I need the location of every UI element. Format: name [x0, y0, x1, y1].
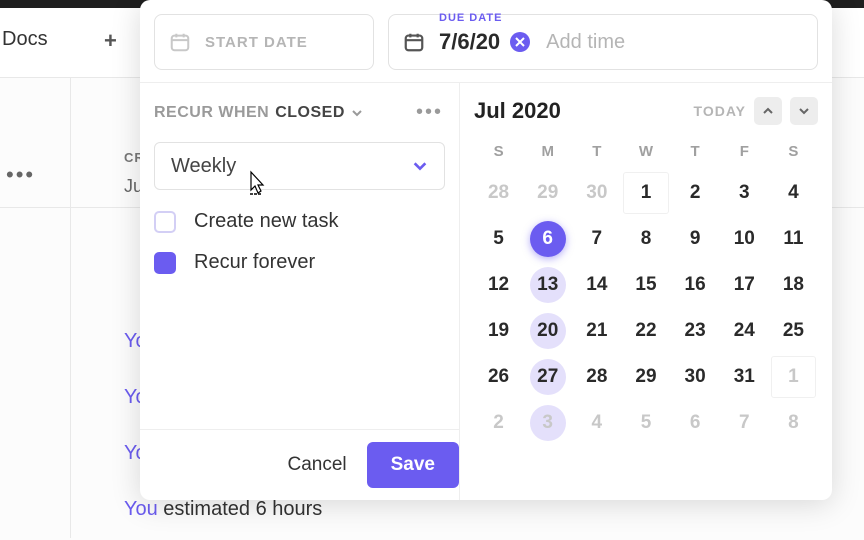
- calendar-day[interactable]: 9: [671, 216, 720, 262]
- calendar-dow: S: [474, 137, 523, 170]
- recur-more-button[interactable]: •••: [414, 97, 445, 128]
- calendar-day[interactable]: 26: [474, 354, 523, 400]
- calendar-day[interactable]: 11: [769, 216, 818, 262]
- calendar-day[interactable]: 28: [474, 170, 523, 216]
- calendar-grid: 2829301234567891011121314151617181920212…: [474, 170, 818, 446]
- footer: Cancel Save: [140, 429, 459, 500]
- calendar-dow-row: SMTWTFS: [474, 137, 818, 170]
- recur-prefix: RECUR WHEN: [154, 104, 269, 122]
- calendar-day[interactable]: 3: [720, 170, 769, 216]
- calendar-day[interactable]: 4: [769, 170, 818, 216]
- calendar-day[interactable]: 18: [769, 262, 818, 308]
- calendar-icon: [169, 31, 191, 53]
- calendar-day[interactable]: 17: [720, 262, 769, 308]
- calendar-day[interactable]: 15: [621, 262, 670, 308]
- calendar-dow: F: [720, 137, 769, 170]
- calendar-day[interactable]: 20: [523, 308, 572, 354]
- cancel-button[interactable]: Cancel: [267, 444, 366, 486]
- calendar-day[interactable]: 22: [621, 308, 670, 354]
- due-date-value: 7/6/20: [439, 29, 500, 55]
- calendar-day[interactable]: 6: [523, 216, 572, 262]
- calendar-icon: [403, 31, 425, 53]
- bg-more-icon: •••: [6, 162, 35, 188]
- date-recur-modal: START DATE DUE DATE 7/6/20 Add time RECU…: [140, 0, 832, 500]
- add-time-button[interactable]: Add time: [546, 31, 625, 54]
- calendar-day[interactable]: 2: [671, 170, 720, 216]
- prev-month-button[interactable]: [754, 97, 782, 125]
- create-new-task-option[interactable]: Create new task: [154, 210, 445, 233]
- calendar-day[interactable]: 10: [720, 216, 769, 262]
- date-row: START DATE DUE DATE 7/6/20 Add time: [140, 0, 832, 82]
- calendar-header: Jul 2020 TODAY: [474, 97, 818, 125]
- recur-header: RECUR WHEN CLOSED •••: [154, 97, 445, 128]
- bg-docs-text: Docs: [2, 28, 48, 51]
- save-button[interactable]: Save: [367, 442, 459, 488]
- chevron-up-icon: [762, 105, 774, 117]
- calendar-day[interactable]: 13: [523, 262, 572, 308]
- calendar-day[interactable]: 3: [523, 400, 572, 446]
- calendar-dow: T: [572, 137, 621, 170]
- frequency-value: Weekly: [171, 155, 236, 178]
- calendar-day[interactable]: 19: [474, 308, 523, 354]
- recur-forever-option[interactable]: Recur forever: [154, 251, 445, 274]
- calendar-day[interactable]: 23: [671, 308, 720, 354]
- clear-due-date-button[interactable]: [510, 32, 530, 52]
- calendar-day[interactable]: 29: [523, 170, 572, 216]
- calendar-month: Jul 2020: [474, 98, 561, 124]
- chevron-down-icon: [412, 158, 428, 174]
- frequency-select[interactable]: Weekly: [154, 142, 445, 190]
- bg-plus-icon: +: [104, 28, 117, 54]
- calendar-day[interactable]: 25: [769, 308, 818, 354]
- calendar-day[interactable]: 5: [621, 400, 670, 446]
- calendar-day[interactable]: 8: [769, 400, 818, 446]
- today-button[interactable]: TODAY: [694, 103, 746, 119]
- calendar-day[interactable]: 5: [474, 216, 523, 262]
- calendar-day[interactable]: 29: [621, 354, 670, 400]
- checkbox-checked-icon: [154, 252, 176, 274]
- calendar-nav: TODAY: [694, 97, 818, 125]
- calendar-day[interactable]: 1: [621, 170, 670, 216]
- close-icon: [515, 37, 525, 47]
- calendar-day[interactable]: 28: [572, 354, 621, 400]
- start-date-placeholder: START DATE: [205, 34, 308, 51]
- calendar-day[interactable]: 30: [572, 170, 621, 216]
- calendar-day[interactable]: 12: [474, 262, 523, 308]
- recur-when-dropdown[interactable]: RECUR WHEN CLOSED: [154, 104, 363, 122]
- recur-settings-pane: RECUR WHEN CLOSED ••• Weekly Create new …: [140, 83, 460, 500]
- due-date-field[interactable]: DUE DATE 7/6/20 Add time: [388, 14, 818, 70]
- calendar-day[interactable]: 4: [572, 400, 621, 446]
- calendar-day[interactable]: 6: [671, 400, 720, 446]
- create-new-task-label: Create new task: [194, 210, 339, 233]
- recur-state: CLOSED: [275, 104, 345, 122]
- calendar-day[interactable]: 24: [720, 308, 769, 354]
- calendar-day[interactable]: 7: [720, 400, 769, 446]
- calendar-day[interactable]: 1: [769, 354, 818, 400]
- calendar-dow: T: [671, 137, 720, 170]
- start-date-field[interactable]: START DATE: [154, 14, 374, 70]
- calendar-day[interactable]: 21: [572, 308, 621, 354]
- calendar-day[interactable]: 31: [720, 354, 769, 400]
- due-date-label: DUE DATE: [439, 12, 502, 24]
- calendar-day[interactable]: 8: [621, 216, 670, 262]
- checkbox-unchecked-icon: [154, 211, 176, 233]
- calendar-dow: S: [769, 137, 818, 170]
- chevron-down-icon: [798, 105, 810, 117]
- calendar-day[interactable]: 7: [572, 216, 621, 262]
- calendar-pane: Jul 2020 TODAY SMTWTFS 28293012345678910…: [460, 83, 832, 500]
- chevron-down-icon: [351, 107, 363, 119]
- bg-left-rail: [70, 78, 71, 538]
- calendar-day[interactable]: 16: [671, 262, 720, 308]
- calendar-dow: M: [523, 137, 572, 170]
- modal-body: RECUR WHEN CLOSED ••• Weekly Create new …: [140, 82, 832, 500]
- next-month-button[interactable]: [790, 97, 818, 125]
- calendar-dow: W: [621, 137, 670, 170]
- calendar-day[interactable]: 2: [474, 400, 523, 446]
- calendar-day[interactable]: 14: [572, 262, 621, 308]
- calendar-day[interactable]: 30: [671, 354, 720, 400]
- recur-forever-label: Recur forever: [194, 251, 315, 274]
- calendar-day[interactable]: 27: [523, 354, 572, 400]
- bg-activity-link: You estimated 6 hours: [124, 498, 322, 521]
